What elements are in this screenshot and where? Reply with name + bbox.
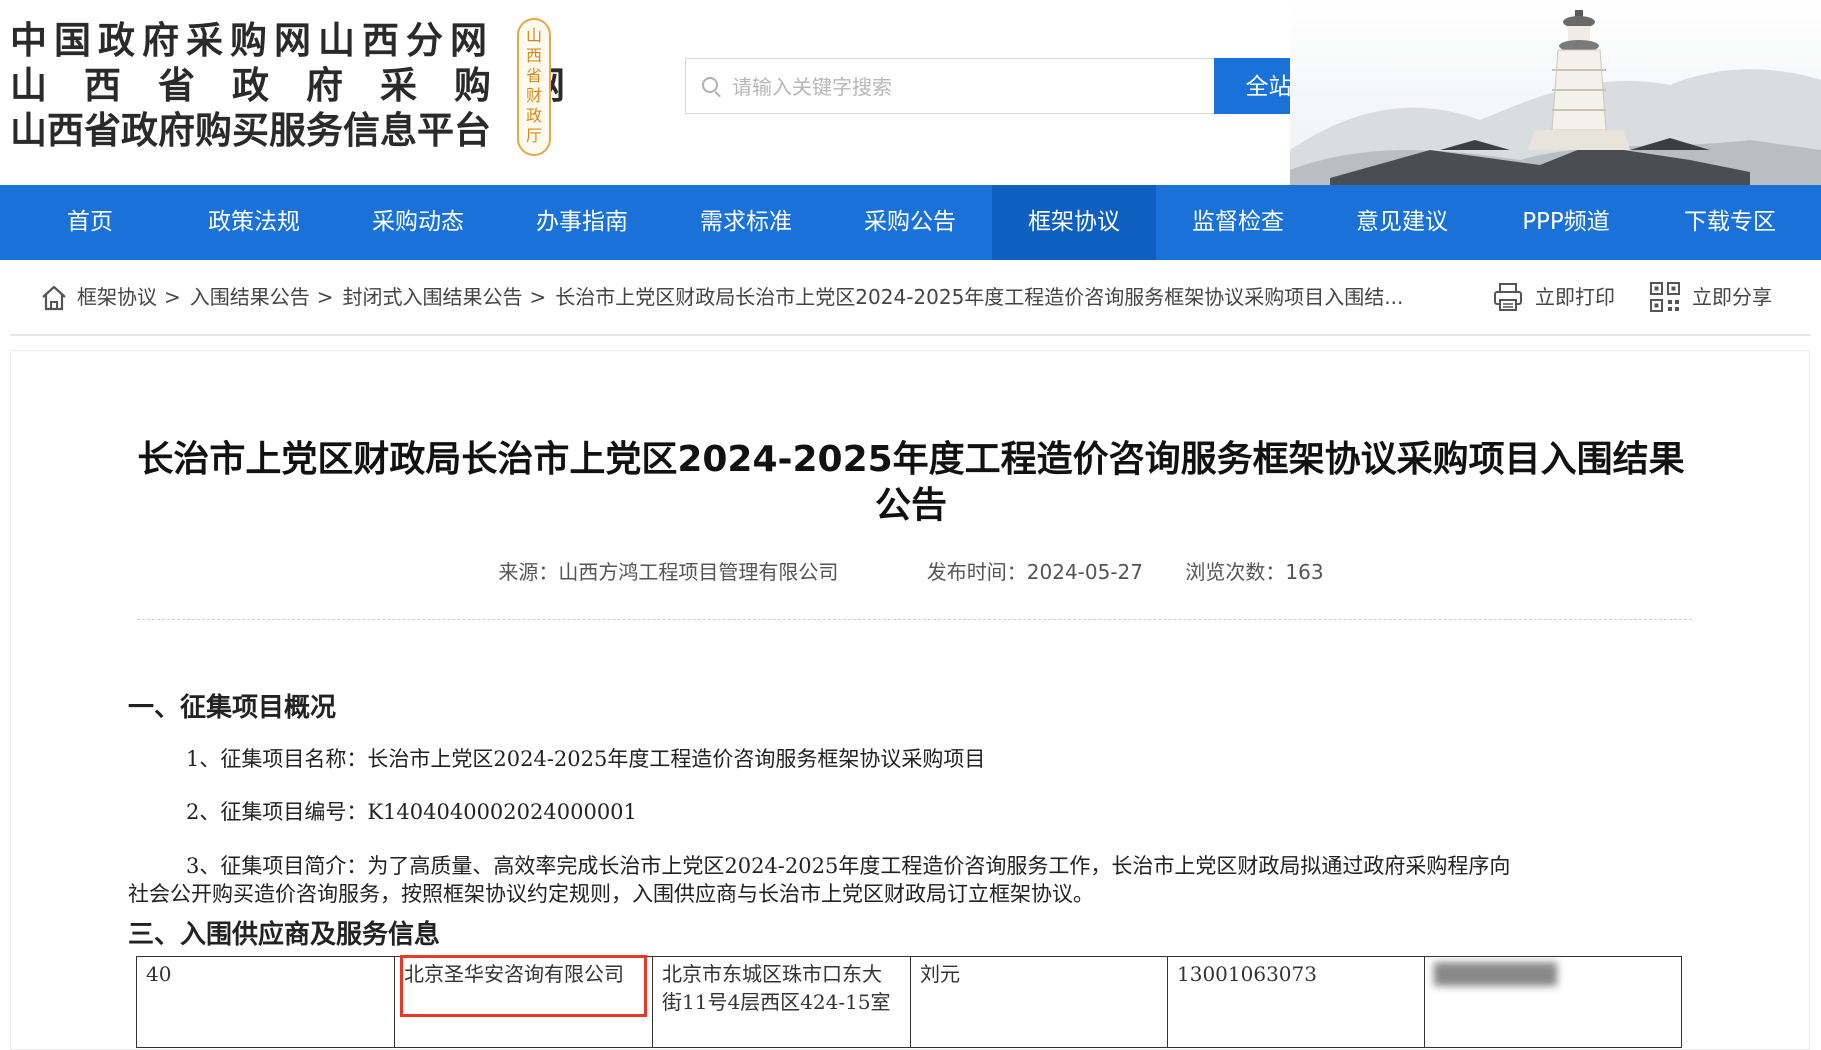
title-divider — [137, 619, 1692, 620]
nav-item-policies[interactable]: 政策法规 — [172, 185, 336, 260]
nav-item-ppp[interactable]: PPP频道 — [1484, 185, 1648, 260]
search-box — [685, 58, 1215, 114]
table-cell-contact: 刘元 — [910, 956, 1168, 1048]
project-intro-line-1: 3、征集项目简介：为了高质量、高效率完成长治市上党区2024-2025年度工程造… — [186, 854, 1511, 878]
nav-item-supervision[interactable]: 监督检查 — [1156, 185, 1320, 260]
breadcrumb: 框架协议 > 入围结果公告 > 封闭式入围结果公告 > 长治市上党区财政局长治市上党区202… — [77, 262, 1403, 332]
table-row: 40 北京圣华安咨询有限公司 北京市东城区珠市口东大街11号4层西区424-15… — [136, 956, 1682, 1048]
project-number-line: 2、征集项目编号：K1404040002024000001 — [186, 800, 637, 824]
view-count: 浏览次数：163 — [1185, 560, 1324, 584]
breadcrumb-separator: > — [164, 285, 181, 309]
pagoda-landscape-banner — [1290, 0, 1821, 185]
logo-line-1: 中国政府采购网山西分网 — [10, 18, 494, 62]
search-input[interactable] — [730, 67, 1204, 107]
main-nav: 首页 政策法规 采购动态 办事指南 需求标准 采购公告 框架协议 监督检查 意见… — [0, 185, 1821, 260]
nav-item-feedback[interactable]: 意见建议 — [1320, 185, 1484, 260]
printer-icon — [1494, 283, 1522, 311]
print-label: 立即打印 — [1535, 285, 1615, 309]
project-intro-line-2: 社会公开购买造价咨询服务，按照框架协议约定规则，入围供应商与长治市上党区财政局订… — [128, 882, 1094, 906]
site-header: 中国政府采购网山西分网 山西省政府采购网 山西省政府购买服务信息平台 山 西 省… — [0, 0, 1821, 185]
site-logo[interactable]: 中国政府采购网山西分网 山西省政府采购网 山西省政府购买服务信息平台 — [10, 18, 602, 153]
breadcrumb-separator: > — [316, 285, 334, 309]
publish-time: 发布时间：2024-05-27 — [926, 560, 1144, 584]
logo-line-3: 山西省政府购买服务信息平台 — [10, 108, 491, 152]
qr-code-icon — [1650, 282, 1680, 312]
table-cell-phone: 13001063073 — [1167, 956, 1425, 1048]
nav-item-guide[interactable]: 办事指南 — [500, 185, 664, 260]
project-name-line: 1、征集项目名称：长治市上党区2024-2025年度工程造价咨询服务框架协议采购… — [186, 747, 986, 771]
breadcrumb-separator: > — [529, 285, 547, 309]
breadcrumb-bar: 框架协议 > 入围结果公告 > 封闭式入围结果公告 > 长治市上党区财政局长治市上党区202… — [10, 262, 1810, 336]
nav-item-downloads[interactable]: 下载专区 — [1648, 185, 1812, 260]
article-source: 来源：山西方鸿工程项目管理有限公司 — [498, 560, 839, 584]
search-icon — [702, 77, 718, 93]
nav-item-standards[interactable]: 需求标准 — [664, 185, 828, 260]
table-cell-address: 北京市东城区珠市口东大街11号4层西区424-15室 — [652, 956, 911, 1048]
supplier-table: 40 北京圣华安咨询有限公司 北京市东城区珠市口东大街11号4层西区424-15… — [136, 956, 1682, 1048]
breadcrumb-result-announcements[interactable]: 入围结果公告 — [190, 285, 310, 309]
article-meta: 来源：山西方鸿工程项目管理有限公司 发布时间：2024-05-27 浏览次数：1… — [11, 556, 1811, 585]
table-cell-redacted: ████████ — [1424, 956, 1682, 1048]
section-heading-suppliers: 三、入围供应商及服务信息 — [128, 920, 441, 950]
nav-item-framework-agreement[interactable]: 框架协议 — [992, 185, 1156, 260]
print-button[interactable]: 立即打印 — [1492, 262, 1632, 332]
nav-item-procurement-news[interactable]: 采购动态 — [336, 185, 500, 260]
logo-line-2: 山西省政府采购网 — [10, 63, 602, 107]
company-highlight-box — [400, 955, 647, 1017]
share-label: 立即分享 — [1692, 285, 1772, 309]
breadcrumb-current: 长治市上党区财政局长治市上党区2024-2025年度工程造价咨询服务框架协议采购… — [555, 285, 1404, 309]
nav-item-announcements[interactable]: 采购公告 — [828, 185, 992, 260]
share-button[interactable]: 立即分享 — [1649, 262, 1799, 332]
breadcrumb-closed-results[interactable]: 封闭式入围结果公告 — [343, 285, 523, 309]
finance-department-seal: 山 西 省 财 政 厅 — [517, 18, 551, 156]
table-cell-number: 40 — [136, 956, 395, 1048]
nav-item-home[interactable]: 首页 — [8, 185, 172, 260]
home-icon[interactable] — [40, 284, 68, 312]
section-heading-overview: 一、征集项目概况 — [128, 693, 337, 723]
page-title: 长治市上党区财政局长治市上党区2024-2025年度工程造价咨询服务框架协议采购… — [137, 439, 1685, 526]
breadcrumb-framework[interactable]: 框架协议 — [77, 285, 157, 309]
